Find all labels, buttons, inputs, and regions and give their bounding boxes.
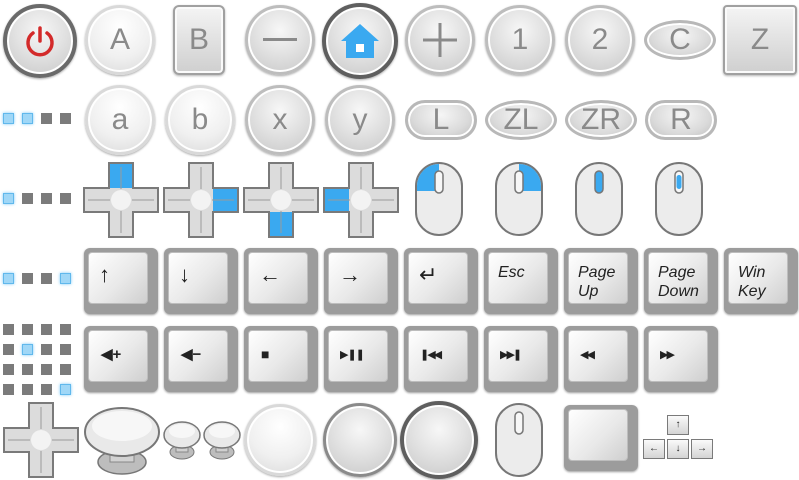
dpad-up-icon[interactable] — [82, 161, 160, 239]
mouse-scroll-icon[interactable] — [654, 161, 704, 237]
round-button-light[interactable] — [244, 404, 316, 476]
key-win-line1: Win — [738, 264, 766, 281]
key-blank-cap — [568, 409, 628, 461]
button-a-lower[interactable]: a — [85, 85, 155, 155]
key-arrow-up[interactable]: ↑ — [84, 248, 158, 314]
rewind-icon: ◀◀ — [568, 330, 628, 382]
analog-stick-small-left-icon[interactable] — [162, 418, 202, 462]
key-page-down[interactable]: Page Down — [644, 248, 718, 314]
arrow-up-icon: ↑ — [88, 252, 148, 304]
dpad-icon[interactable] — [2, 401, 80, 479]
mouse-right-click-icon[interactable] — [494, 161, 544, 237]
button-zl[interactable]: ZL — [485, 100, 557, 140]
minus-button[interactable] — [245, 5, 315, 75]
key-esc[interactable]: Esc — [484, 248, 558, 314]
button-b-lower[interactable]: b — [165, 85, 235, 155]
key-page-down-line2: Down — [658, 283, 699, 300]
key-rewind[interactable]: ◀◀ — [564, 326, 638, 392]
plus-icon — [423, 23, 457, 57]
key-previous-track[interactable]: ❚◀◀ — [404, 326, 478, 392]
key-play-pause[interactable]: ▶❚❚ — [324, 326, 398, 392]
key-volume-up[interactable]: ◀+ — [84, 326, 158, 392]
dpad-left-icon[interactable] — [322, 161, 400, 239]
home-icon — [341, 24, 379, 58]
home-button[interactable] — [322, 3, 398, 79]
round-button-medium[interactable] — [323, 403, 397, 477]
play-pause-icon: ▶❚❚ — [328, 330, 388, 382]
plus-button[interactable] — [405, 5, 475, 75]
round-button-dark[interactable] — [400, 401, 478, 479]
arrow-key-small-down[interactable]: ↓ — [667, 439, 689, 459]
key-page-up-line1: Page — [578, 264, 616, 281]
key-volume-down[interactable]: ◀− — [164, 326, 238, 392]
enter-icon: ↵ — [408, 252, 468, 304]
mouse-icon[interactable] — [494, 402, 544, 478]
key-page-down-label: Page Down — [648, 252, 708, 304]
fast-forward-icon: ▶▶ — [648, 330, 708, 382]
arrow-key-small-right[interactable]: → — [691, 439, 713, 459]
key-arrow-left[interactable]: ← — [244, 248, 318, 314]
key-blank[interactable] — [564, 405, 638, 471]
arrow-key-small-left[interactable]: ← — [643, 439, 665, 459]
key-next-track[interactable]: ▶▶❚ — [484, 326, 558, 392]
button-2[interactable]: 2 — [565, 5, 635, 75]
key-esc-label: Esc — [488, 252, 548, 304]
button-a-upper[interactable]: A — [85, 5, 155, 75]
key-win-line2: Key — [738, 283, 766, 300]
key-page-up-line2: Up — [578, 283, 599, 300]
key-fast-forward[interactable]: ▶▶ — [644, 326, 718, 392]
button-b-square[interactable]: B — [173, 5, 225, 75]
button-c[interactable]: C — [644, 20, 716, 60]
key-stop[interactable]: ■ — [244, 326, 318, 392]
button-x[interactable]: x — [245, 85, 315, 155]
power-button[interactable] — [3, 4, 77, 78]
key-page-down-line1: Page — [658, 264, 696, 281]
button-y[interactable]: y — [325, 85, 395, 155]
arrow-keys-cluster: ↑ ← ↓ → — [640, 415, 720, 465]
key-arrow-right[interactable]: → — [324, 248, 398, 314]
analog-stick-small-right-icon[interactable] — [202, 418, 242, 462]
arrow-key-small-up[interactable]: ↑ — [667, 415, 689, 435]
arrow-down-icon: ↓ — [168, 252, 228, 304]
previous-track-icon: ❚◀◀ — [408, 330, 468, 382]
arrow-left-icon: ← — [248, 252, 308, 304]
analog-stick-large-icon[interactable] — [82, 402, 162, 478]
volume-down-icon: ◀− — [168, 330, 228, 382]
power-icon — [26, 26, 54, 57]
stop-icon: ■ — [248, 330, 308, 382]
button-1[interactable]: 1 — [485, 5, 555, 75]
mouse-middle-click-icon[interactable] — [574, 161, 624, 237]
key-enter[interactable]: ↵ — [404, 248, 478, 314]
minus-icon — [263, 38, 297, 41]
dpad-down-icon[interactable] — [242, 161, 320, 239]
volume-up-icon: ◀+ — [88, 330, 148, 382]
key-win[interactable]: Win Key — [724, 248, 798, 314]
key-win-label: Win Key — [728, 252, 788, 304]
button-zr[interactable]: ZR — [565, 100, 637, 140]
button-r[interactable]: R — [645, 100, 717, 140]
dpad-right-icon[interactable] — [162, 161, 240, 239]
button-l[interactable]: L — [405, 100, 477, 140]
key-arrow-down[interactable]: ↓ — [164, 248, 238, 314]
next-track-icon: ▶▶❚ — [488, 330, 548, 382]
button-z[interactable]: Z — [723, 5, 797, 75]
key-page-up-label: Page Up — [568, 252, 628, 304]
arrow-right-icon: → — [328, 252, 388, 304]
key-page-up[interactable]: Page Up — [564, 248, 638, 314]
mouse-left-click-icon[interactable] — [414, 161, 464, 237]
